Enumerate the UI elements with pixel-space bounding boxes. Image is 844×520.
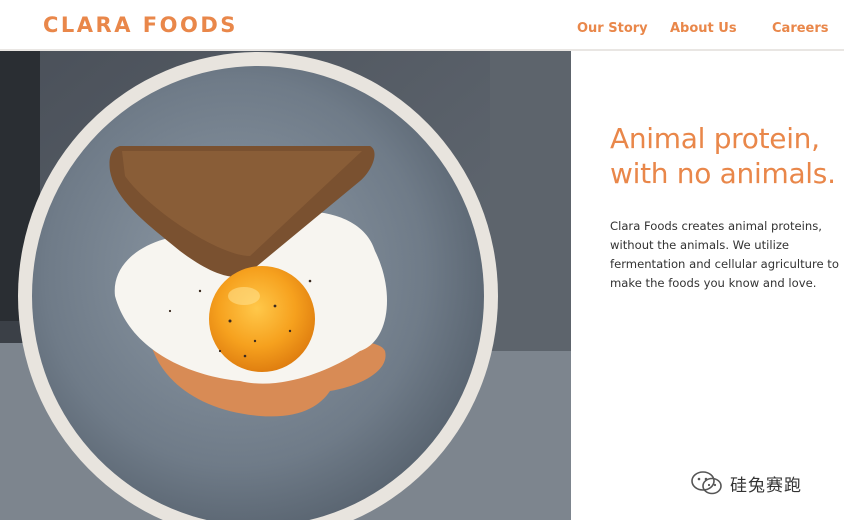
hero-text-panel: Animal protein, with no animals. Clara F… bbox=[571, 51, 844, 520]
description-line: make the foods you know and love. bbox=[610, 276, 817, 290]
egg-toast-illustration bbox=[0, 51, 571, 520]
site-header: CLARA FOODS Our Story About Us Careers bbox=[0, 0, 844, 51]
hero-headline: Animal protein, with no animals. bbox=[610, 121, 844, 191]
brand-logo[interactable]: CLARA FOODS bbox=[43, 13, 238, 37]
headline-line: Animal protein, bbox=[610, 122, 820, 155]
headline-line: with no animals. bbox=[610, 157, 836, 190]
wechat-logo-icon bbox=[691, 471, 722, 495]
nav-about-us[interactable]: About Us bbox=[670, 21, 737, 36]
description-line: Clara Foods creates animal proteins, bbox=[610, 219, 822, 233]
wechat-watermark: 硅兔赛跑 bbox=[690, 469, 802, 497]
hero-description: Clara Foods creates animal proteins, wit… bbox=[610, 217, 840, 293]
watermark-text: 硅兔赛跑 bbox=[730, 475, 802, 496]
hero-food-photo bbox=[0, 51, 571, 520]
description-line: without the animals. We utilize bbox=[610, 238, 790, 252]
nav-careers[interactable]: Careers bbox=[772, 21, 829, 36]
description-line: fermentation and cellular agriculture to bbox=[610, 257, 839, 271]
nav-our-story[interactable]: Our Story bbox=[577, 21, 648, 36]
